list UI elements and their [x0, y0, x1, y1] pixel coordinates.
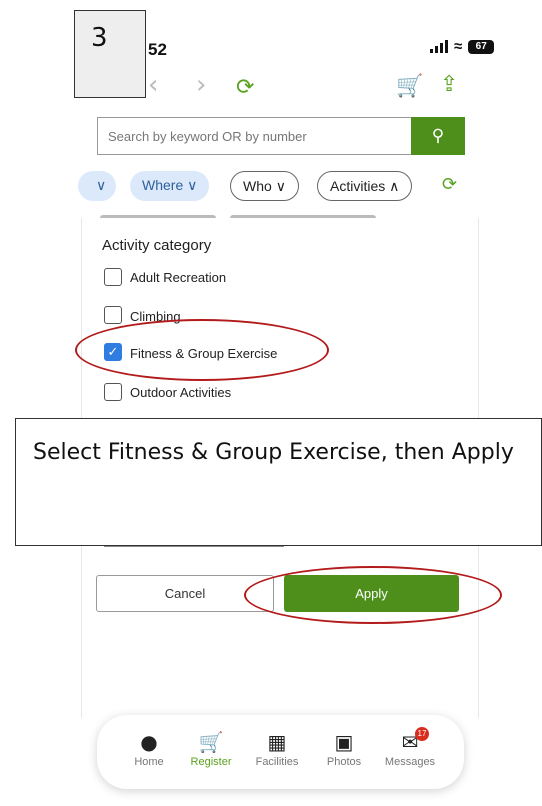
tab-home[interactable]: ● Home [118, 730, 180, 768]
hidden-option-fragment [104, 546, 284, 554]
building-icon: ▦ [267, 730, 287, 754]
back-arrow-icon[interactable]: ‹ [148, 70, 158, 100]
chip-label: Who [243, 178, 272, 194]
panel-title: Activity category [102, 237, 212, 254]
status-time: 52 [148, 40, 167, 59]
photos-icon: ▣ [334, 730, 354, 754]
cart-icon[interactable]: 🛒 [396, 74, 423, 99]
tab-photos[interactable]: ▣ Photos [313, 730, 375, 768]
share-icon[interactable]: ⇪ [440, 72, 458, 97]
tab-facilities[interactable]: ▦ Facilities [246, 730, 308, 768]
person-icon: ● [140, 730, 158, 754]
tab-label: Home [134, 756, 164, 768]
chip-label: Activities [330, 178, 386, 194]
tab-label: Facilities [255, 756, 299, 768]
forward-arrow-icon[interactable]: › [196, 70, 206, 100]
checkbox-outdoor-activities[interactable] [104, 383, 122, 401]
chevron-down-icon: ∨ [187, 177, 198, 193]
chevron-up-icon: ∧ [389, 178, 400, 194]
option-label: Climbing [130, 309, 181, 324]
signal-icon [430, 40, 448, 53]
chip-previous[interactable]: ∨ [78, 171, 116, 201]
instruction-callout: Select Fitness & Group Exercise, then Ap… [15, 418, 542, 546]
chip-who[interactable]: Who ∨ [230, 171, 299, 201]
refresh-icon[interactable]: ⟳ [236, 75, 254, 100]
battery-icon: 67 [468, 39, 495, 54]
reset-filters-icon[interactable]: ⟳ [442, 174, 457, 195]
cart-icon: 🛒 [198, 730, 224, 754]
wifi-icon: ≈ [454, 38, 463, 55]
chip-label: Where [142, 177, 184, 193]
cancel-button[interactable]: Cancel [96, 575, 274, 612]
option-label: Fitness & Group Exercise [130, 346, 278, 361]
tab-label: Messages [384, 756, 436, 768]
chip-activities[interactable]: Activities ∧ [317, 171, 413, 201]
chip-where[interactable]: Where ∨ [130, 171, 210, 201]
tab-label: Register [190, 756, 232, 768]
checkbox-fitness-group-exercise[interactable]: ✓ [104, 343, 122, 361]
chevron-down-icon: ∨ [275, 178, 286, 194]
search-icon: ⚲ [431, 126, 445, 146]
option-label: Outdoor Activities [130, 385, 232, 400]
tab-messages[interactable]: ✉ Messages [379, 730, 441, 768]
option-label: Adult Recreation [130, 270, 227, 285]
chevron-down-icon: ∨ [96, 177, 107, 193]
messages-badge: 17 [415, 727, 429, 741]
mail-icon: ✉ [401, 730, 419, 754]
status-icons: ≈ 67 [430, 38, 495, 55]
check-icon: ✓ [107, 344, 119, 359]
search-button[interactable]: ⚲ [411, 117, 465, 155]
tab-label: Photos [326, 756, 362, 768]
checkbox-climbing[interactable] [104, 306, 122, 324]
apply-button[interactable]: Apply [284, 575, 459, 612]
checkbox-adult-recreation[interactable] [104, 268, 122, 286]
search-input[interactable]: Search by keyword OR by number [97, 117, 411, 155]
step-number: 3 [74, 10, 146, 98]
tab-register[interactable]: 🛒 Register [180, 730, 242, 768]
